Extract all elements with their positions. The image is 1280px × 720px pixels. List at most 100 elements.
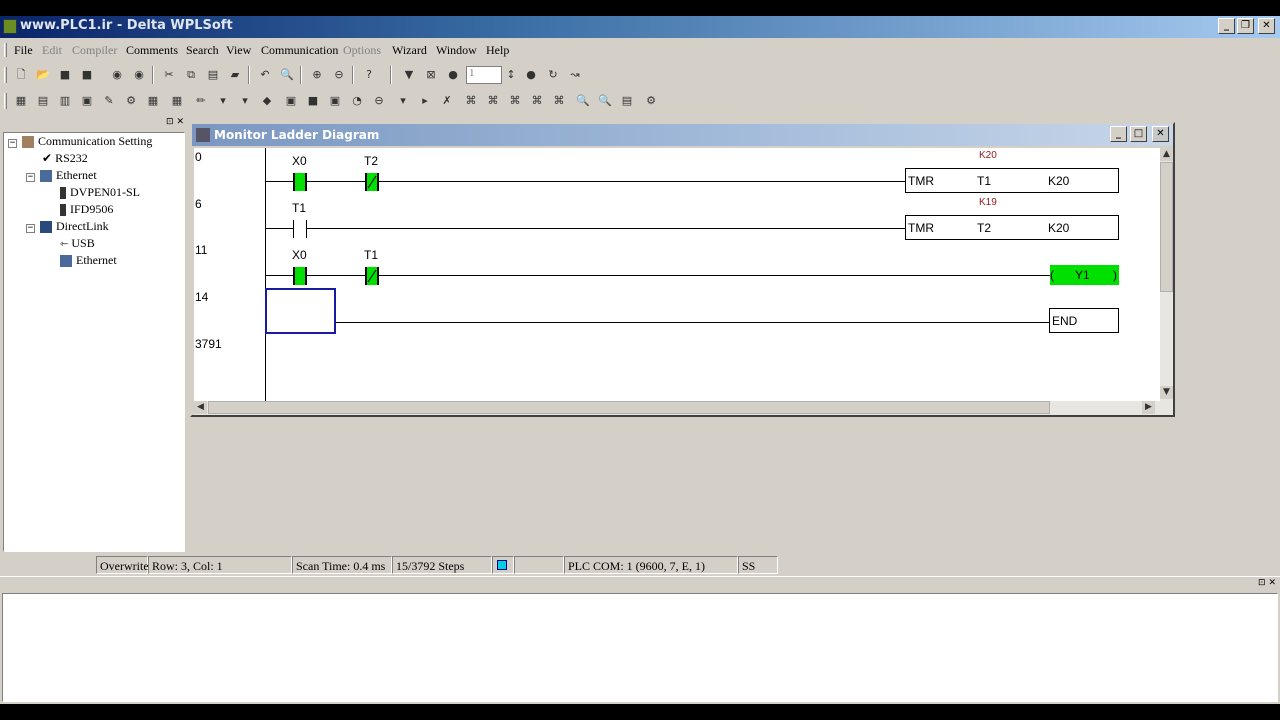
offline-icon[interactable]: ◉ <box>132 68 146 82</box>
zoom-in-icon[interactable]: ⊕ <box>310 68 324 82</box>
collapse-icon[interactable]: − <box>26 173 35 182</box>
menu-search[interactable]: Search <box>186 43 219 58</box>
minus-icon[interactable]: ⊖ <box>372 94 386 108</box>
menu-compiler[interactable]: Compiler <box>72 43 117 58</box>
read-icon[interactable]: ▾ <box>238 94 252 108</box>
contact-t2-nc[interactable] <box>365 173 379 191</box>
net3-icon[interactable]: ⌘ <box>508 94 522 108</box>
scroll-right-icon[interactable]: ▶ <box>1142 401 1155 414</box>
net-icon[interactable]: ⌘ <box>464 94 478 108</box>
panel-controls[interactable]: ⊡ ✕ <box>166 117 184 127</box>
monitor-icon[interactable]: ▼ <box>402 68 416 82</box>
stop-icon[interactable]: ● <box>524 68 538 82</box>
selected-tool-icon[interactable]: ▣ <box>284 94 298 108</box>
tree-item-ethernet2[interactable]: Ethernet <box>60 253 117 269</box>
tree-item-dvpen[interactable]: DVPEN01-SL <box>60 185 140 201</box>
help-icon[interactable]: ? <box>362 68 376 82</box>
net4-icon[interactable]: ⌘ <box>530 94 544 108</box>
delete-icon[interactable]: ▰ <box>228 68 242 82</box>
instruction-mode-icon[interactable]: ▤ <box>36 94 50 108</box>
contact-x0[interactable] <box>293 267 307 285</box>
open-file-icon[interactable]: 📂 <box>36 68 50 82</box>
ladder-mode-icon[interactable]: ▦ <box>14 94 28 108</box>
cut-icon[interactable]: ✂ <box>162 68 176 82</box>
io-icon[interactable]: ▾ <box>396 94 410 108</box>
tree-item-usb[interactable]: ⇽ USB <box>60 236 95 252</box>
net5-icon[interactable]: ⌘ <box>552 94 566 108</box>
menu-options[interactable]: Options <box>343 43 381 58</box>
tree-root[interactable]: Communication Setting <box>22 134 152 150</box>
menu-view[interactable]: View <box>226 43 251 58</box>
collapse-icon[interactable]: − <box>8 139 17 148</box>
rung-icon[interactable]: ⚙ <box>644 94 658 108</box>
table-icon[interactable]: ▦ <box>146 94 160 108</box>
write-icon[interactable]: ▾ <box>216 94 230 108</box>
tree-item-ethernet[interactable]: Ethernet <box>40 168 97 184</box>
menu-edit[interactable]: Edit <box>42 43 62 58</box>
scroll-left-icon[interactable]: ◀ <box>194 401 207 414</box>
zoom-out-icon[interactable]: ⊖ <box>332 68 346 82</box>
ladder-canvas[interactable]: 0 X0 T2 K20 TMR T1 K20 6 T1 K19 TMR T2 K… <box>194 148 1160 401</box>
edit-icon[interactable]: ✎ <box>102 94 116 108</box>
edit-cursor[interactable] <box>265 288 336 334</box>
tool-icon[interactable]: ✗ <box>440 94 454 108</box>
grid-icon[interactable]: ▦ <box>170 94 184 108</box>
output-area[interactable] <box>2 593 1278 702</box>
tree-item-ifd[interactable]: IFD9506 <box>60 202 113 218</box>
menu-comments[interactable]: Comments <box>126 43 178 58</box>
block-icon[interactable]: ■ <box>306 94 320 108</box>
paste-icon[interactable]: ▤ <box>206 68 220 82</box>
end-instruction[interactable]: END <box>1049 308 1119 333</box>
connect-icon[interactable]: ↝ <box>568 68 582 82</box>
menu-wizard[interactable]: Wizard <box>392 43 427 58</box>
ladder-maximize-button[interactable]: □ <box>1130 126 1147 142</box>
menu-window[interactable]: Window <box>436 43 477 58</box>
save-icon[interactable]: ■ <box>58 68 72 82</box>
search-instr-icon[interactable]: 🔍 <box>598 94 612 108</box>
minimize-button[interactable]: _ <box>1218 18 1235 34</box>
horizontal-scrollbar[interactable]: ◀ ▶ <box>194 401 1173 415</box>
undo-icon[interactable]: ↶ <box>258 68 272 82</box>
horizontal-scroll-thumb[interactable] <box>208 401 1050 414</box>
menu-communication[interactable]: Communication <box>261 43 338 58</box>
menu-file[interactable]: File <box>14 43 33 58</box>
window-icon[interactable]: ▣ <box>328 94 342 108</box>
run-icon[interactable]: ● <box>446 68 460 82</box>
coil-y1[interactable]: ( Y1 ) <box>1050 265 1119 285</box>
restore-button[interactable]: ❐ <box>1237 18 1254 34</box>
search-device-icon[interactable]: 🔍 <box>576 94 590 108</box>
online-icon[interactable]: ◉ <box>110 68 124 82</box>
output-panel-controls[interactable]: ⊡ ✕ <box>1258 578 1276 588</box>
tmr-instruction[interactable]: TMR T2 K20 <box>905 215 1119 240</box>
monitor-stop-icon[interactable]: ⊠ <box>424 68 438 82</box>
contact-t1-nc[interactable] <box>365 267 379 285</box>
device-comment-icon[interactable]: ▣ <box>80 94 94 108</box>
list-icon[interactable]: ▤ <box>620 94 634 108</box>
sfc-mode-icon[interactable]: ▥ <box>58 94 72 108</box>
scroll-up-icon[interactable]: ▲ <box>1160 148 1173 161</box>
tag-icon[interactable]: ◆ <box>260 94 274 108</box>
tree-item-rs232[interactable]: ✔ RS232 <box>42 151 88 167</box>
settings-icon[interactable]: ⚙ <box>124 94 138 108</box>
vertical-scroll-thumb[interactable] <box>1160 162 1173 292</box>
step-spinner-icon[interactable]: ↕ <box>504 68 518 82</box>
vertical-scrollbar[interactable]: ▲ ▼ <box>1160 148 1173 401</box>
copy-icon[interactable]: ⧉ <box>184 68 198 82</box>
new-file-icon[interactable]: 🗋 <box>14 68 28 82</box>
step-input[interactable]: 1 <box>466 66 502 84</box>
close-button[interactable]: ✕ <box>1258 18 1275 34</box>
ladder-close-button[interactable]: ✕ <box>1152 126 1169 142</box>
menu-help[interactable]: Help <box>486 43 509 58</box>
contact-t1[interactable] <box>293 220 307 238</box>
net2-icon[interactable]: ⌘ <box>486 94 500 108</box>
refresh-icon[interactable]: ↻ <box>546 68 560 82</box>
ladder-minimize-button[interactable]: _ <box>1110 126 1127 142</box>
tmr-instruction[interactable]: TMR T1 K20 <box>905 168 1119 193</box>
contact-x0[interactable] <box>293 173 307 191</box>
pencil-icon[interactable]: ✏ <box>194 94 208 108</box>
scroll-down-icon[interactable]: ▼ <box>1160 386 1173 399</box>
tree-item-directlink[interactable]: DirectLink <box>40 219 109 235</box>
find-icon[interactable]: 🔍 <box>280 68 294 82</box>
save-all-icon[interactable]: ■ <box>80 68 94 82</box>
collapse-icon[interactable]: − <box>26 224 35 233</box>
